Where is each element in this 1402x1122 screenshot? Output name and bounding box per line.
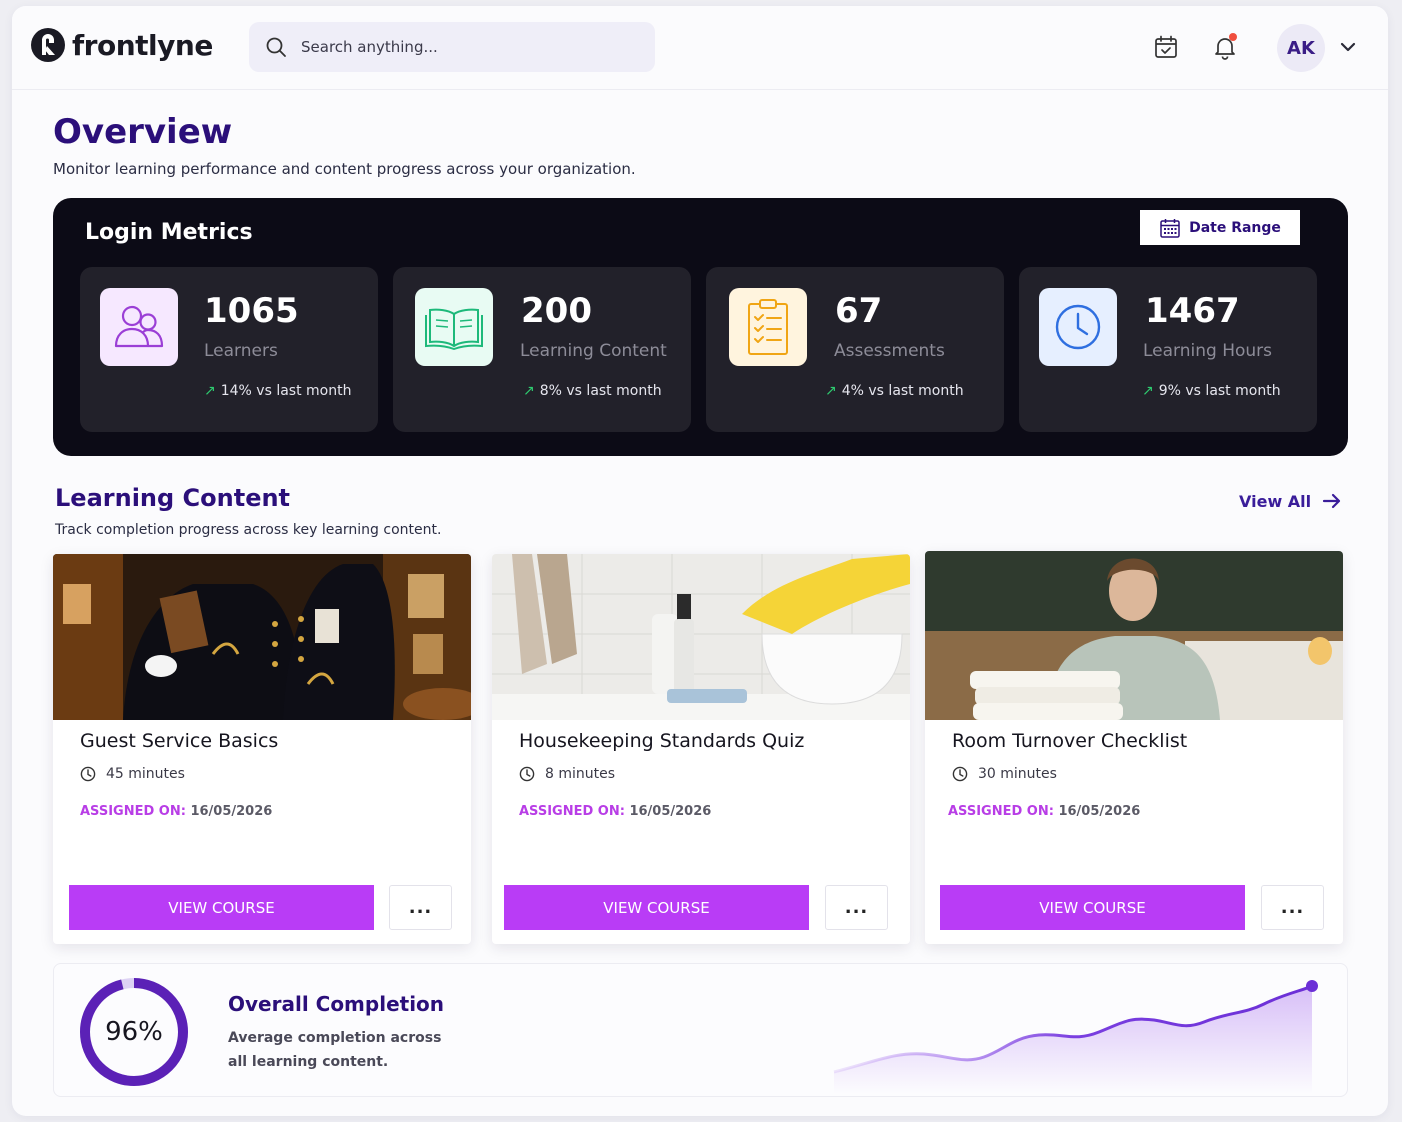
completion-percent: 96%	[105, 1017, 163, 1047]
calendar-icon	[1160, 218, 1180, 238]
metric-icon-box	[729, 288, 807, 366]
assigned-date: 16/05/2026	[190, 804, 273, 819]
course-duration-text: 8 minutes	[545, 766, 616, 782]
metric-value: 1065	[204, 291, 299, 331]
logo[interactable]: frontlyne	[30, 27, 213, 63]
login-metrics-panel: Login Metrics Date Range 1065 Learners ↗…	[53, 198, 1348, 456]
course-thumbnail-housekeeper	[925, 551, 1343, 720]
search-bar[interactable]	[249, 22, 655, 72]
clock-icon	[1055, 304, 1101, 350]
metric-icon-box	[1039, 288, 1117, 366]
search-icon	[266, 37, 286, 57]
assigned-label: ASSIGNED ON:	[519, 804, 625, 819]
search-input[interactable]	[301, 38, 621, 56]
metric-delta: ↗ 4% vs last month	[825, 383, 964, 399]
app-window: frontlyne AK	[12, 6, 1388, 1116]
notification-dot	[1229, 33, 1237, 41]
course-title: Guest Service Basics	[80, 730, 279, 752]
metric-delta: ↗ 8% vs last month	[523, 383, 662, 399]
metric-delta-text: 4% vs last month	[841, 383, 964, 399]
logo-text: frontlyne	[72, 28, 213, 62]
course-assigned: ASSIGNED ON: 16/05/2026	[948, 804, 1140, 819]
calendar-check-icon	[1155, 35, 1177, 58]
course-duration: 45 minutes	[80, 766, 185, 782]
overall-completion-panel: 96% Overall Completion Average completio…	[53, 963, 1348, 1097]
course-thumbnail-concierge	[53, 554, 471, 720]
learning-content-subtitle: Track completion progress across key lea…	[55, 522, 442, 538]
page-subtitle: Monitor learning performance and content…	[53, 160, 636, 178]
completion-trend-sparkline	[833, 980, 1318, 1094]
course-duration-text: 45 minutes	[106, 766, 185, 782]
metric-label: Learning Content	[520, 341, 667, 361]
metric-card-learning-content: 200 Learning Content ↗ 8% vs last month	[393, 267, 691, 432]
metric-card-learning-hours: 1467 Learning Hours ↗ 9% vs last month	[1019, 267, 1317, 432]
course-title: Room Turnover Checklist	[952, 730, 1188, 752]
login-metrics-title: Login Metrics	[85, 220, 253, 245]
trend-up-icon: ↗	[825, 383, 837, 399]
course-thumbnail-cleaning	[492, 554, 910, 720]
top-bar: frontlyne AK	[12, 6, 1388, 90]
sparkline-area	[834, 986, 1312, 1094]
course-assigned: ASSIGNED ON: 16/05/2026	[519, 804, 711, 819]
course-duration: 30 minutes	[952, 766, 1057, 782]
metric-value: 67	[835, 291, 883, 331]
metric-delta: ↗ 14% vs last month	[204, 383, 351, 399]
view-all-link[interactable]: View All	[1239, 490, 1343, 512]
course-card-housekeeping-quiz: Housekeeping Standards Quiz 8 minutes AS…	[492, 554, 910, 944]
view-course-button[interactable]: VIEW COURSE	[504, 885, 809, 930]
more-options-button[interactable]: ...	[389, 885, 452, 930]
assigned-label: ASSIGNED ON:	[80, 804, 186, 819]
more-options-button[interactable]: ...	[1261, 885, 1324, 930]
course-assigned: ASSIGNED ON: 16/05/2026	[80, 804, 272, 819]
assigned-date: 16/05/2026	[1058, 804, 1141, 819]
overall-completion-title: Overall Completion	[228, 992, 445, 1016]
trend-up-icon: ↗	[1142, 383, 1154, 399]
metric-card-learners: 1065 Learners ↗ 14% vs last month	[80, 267, 378, 432]
book-icon	[425, 308, 483, 350]
view-all-label: View All	[1239, 491, 1312, 511]
arrow-right-icon	[1323, 493, 1341, 509]
checklist-icon	[748, 299, 788, 355]
view-course-button[interactable]: VIEW COURSE	[940, 885, 1245, 930]
more-options-button[interactable]: ...	[825, 885, 888, 930]
page-title: Overview	[53, 112, 233, 152]
course-duration-text: 30 minutes	[978, 766, 1057, 782]
date-range-button[interactable]: Date Range	[1140, 210, 1300, 245]
frontlyne-logo-icon	[31, 28, 65, 62]
learning-content-title: Learning Content	[55, 484, 291, 512]
course-card-room-turnover: Room Turnover Checklist 30 minutes ASSIG…	[925, 551, 1343, 944]
metric-label: Learning Hours	[1143, 341, 1273, 361]
sparkline-endpoint	[1306, 980, 1318, 992]
chevron-down-icon[interactable]	[1338, 37, 1358, 57]
calendar-button[interactable]	[1152, 33, 1180, 61]
course-duration: 8 minutes	[519, 766, 615, 782]
metric-delta-text: 14% vs last month	[220, 383, 352, 399]
metric-value: 200	[521, 291, 592, 331]
metric-icon-box	[100, 288, 178, 366]
clock-icon	[952, 766, 968, 782]
course-title: Housekeeping Standards Quiz	[519, 730, 805, 752]
assigned-label: ASSIGNED ON:	[948, 804, 1054, 819]
clock-icon	[519, 766, 535, 782]
trend-up-icon: ↗	[204, 383, 216, 399]
metric-delta-text: 8% vs last month	[539, 383, 662, 399]
view-course-button[interactable]: VIEW COURSE	[69, 885, 374, 930]
users-icon	[114, 305, 164, 348]
metric-icon-box	[415, 288, 493, 366]
metric-delta-text: 9% vs last month	[1158, 383, 1281, 399]
course-card-guest-service: Guest Service Basics 45 minutes ASSIGNED…	[53, 554, 471, 944]
clock-icon	[80, 766, 96, 782]
trend-up-icon: ↗	[523, 383, 535, 399]
date-range-label: Date Range	[1189, 219, 1281, 236]
overall-completion-subtitle: Average completion across all learning c…	[228, 1030, 442, 1070]
metric-card-assessments: 67 Assessments ↗ 4% vs last month	[706, 267, 1004, 432]
metric-label: Assessments	[834, 341, 945, 361]
assigned-date: 16/05/2026	[629, 804, 712, 819]
avatar[interactable]: AK	[1277, 24, 1325, 72]
notifications-button[interactable]	[1211, 33, 1239, 61]
metric-value: 1467	[1145, 291, 1240, 331]
metric-delta: ↗ 9% vs last month	[1142, 383, 1281, 399]
metric-label: Learners	[204, 341, 278, 361]
